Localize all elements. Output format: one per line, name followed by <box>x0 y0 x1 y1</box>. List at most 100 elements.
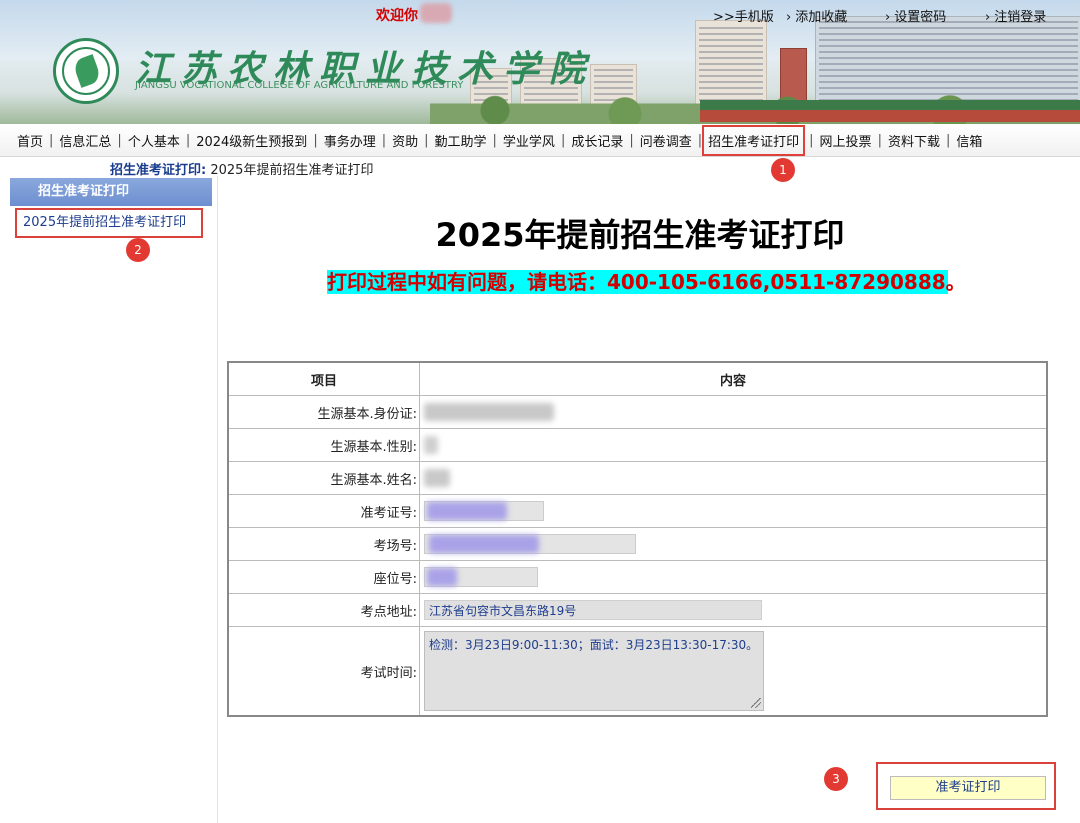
exam-time-textarea[interactable]: 检测：3月23日9:00-11:30；面试：3月23日13:30-17:30。 <box>424 631 764 711</box>
nav-separator: | <box>185 132 191 148</box>
sidebar-item-2025-admission-ticket[interactable]: 2025年提前招生准考证打印 <box>15 208 203 238</box>
table-row: 准考证号: <box>227 494 1048 528</box>
sidebar-header: 招生准考证打印 <box>10 178 212 206</box>
banner-sports-field <box>700 100 1080 122</box>
header-banner: 江苏农林职业技术学院 JIANGSU VOCATIONAL COLLEGE OF… <box>0 0 1080 124</box>
seat-number-field <box>424 567 538 587</box>
exam-room-field <box>424 534 636 554</box>
nav-item-survey[interactable]: 问卷调查 | <box>640 131 708 150</box>
row-label: 考试时间: <box>227 626 420 717</box>
nav-item-downloads[interactable]: 资料下载 | <box>888 131 956 150</box>
logout-link[interactable]: › 注销登录 <box>985 6 1046 25</box>
main-nav: 首页 | 信息汇总 | 个人基本 | 2024级新生预报到 | 事务办理 | 资助 | 勤工… <box>0 124 1080 157</box>
page-title: 2025年提前招生准考证打印 <box>435 216 845 254</box>
set-password-link[interactable]: › 设置密码 <box>885 6 946 25</box>
school-name-en: JIANGSU VOCATIONAL COLLEGE OF AGRICULTUR… <box>135 80 464 91</box>
ticket-number-field <box>424 501 544 521</box>
redacted-name <box>424 469 450 487</box>
nav-item-pre-registration[interactable]: 2024级新生预报到 | <box>196 131 323 150</box>
nav-item-growth-record[interactable]: 成长记录 | <box>571 131 639 150</box>
row-value <box>419 560 1048 594</box>
nav-separator: | <box>381 132 387 148</box>
nav-separator: | <box>945 132 951 148</box>
add-favorite-label: 添加收藏 <box>795 10 848 25</box>
nav-item-academic[interactable]: 学业学风 | <box>503 131 571 150</box>
redacted-ticket-number <box>427 502 507 520</box>
column-header-content: 内容 <box>419 361 1048 396</box>
row-label: 生源基本.身份证: <box>227 395 420 429</box>
nav-item-personal[interactable]: 个人基本 | <box>128 131 196 150</box>
nav-label: 2024级新生预报到 <box>196 134 308 150</box>
nav-item-info-summary[interactable]: 信息汇总 | <box>59 131 127 150</box>
exam-time-text: 检测：3月23日9:00-11:30；面试：3月23日13:30-17:30。 <box>429 638 759 652</box>
nav-item-affairs[interactable]: 事务办理 | <box>324 131 392 150</box>
exam-address-field: 江苏省句容市文昌东路19号 <box>424 600 762 620</box>
nav-item-financial-aid[interactable]: 资助 | <box>392 131 434 150</box>
nav-separator: | <box>560 132 566 148</box>
print-ticket-button[interactable]: 准考证打印 <box>890 776 1046 800</box>
nav-label: 学业学风 <box>502 134 555 150</box>
table-row: 生源基本.姓名: <box>227 461 1048 495</box>
redacted-gender <box>424 436 438 454</box>
redacted-exam-room <box>429 535 539 553</box>
row-label: 生源基本.性别: <box>227 428 420 462</box>
table-row: 考试时间: 检测：3月23日9:00-11:30；面试：3月23日13:30-1… <box>227 626 1048 717</box>
admission-info-table: 项目 内容 生源基本.身份证: 生源基本.性别: 生源基本.姓名: 准考证号: … <box>227 361 1048 717</box>
nav-separator: | <box>809 132 814 148</box>
breadcrumb-section: 招生准考证打印 <box>110 163 202 178</box>
row-value <box>419 395 1048 429</box>
row-value <box>419 461 1048 495</box>
username-redacted <box>420 3 452 23</box>
nav-label: 首页 <box>17 134 44 150</box>
nav-item-mailbox[interactable]: 信箱 <box>956 131 982 150</box>
nav-separator: | <box>697 132 703 148</box>
table-row: 生源基本.身份证: <box>227 395 1048 429</box>
nav-label: 事务办理 <box>323 134 376 150</box>
table-header-row: 项目 内容 <box>227 361 1048 396</box>
row-label: 准考证号: <box>227 494 420 528</box>
table-row: 生源基本.性别: <box>227 428 1048 462</box>
row-value <box>419 527 1048 561</box>
row-value: 江苏省句容市文昌东路19号 <box>419 593 1048 627</box>
nav-label: 个人基本 <box>127 134 180 150</box>
nav-label: 问卷调查 <box>639 134 692 150</box>
set-password-label: 设置密码 <box>894 10 947 25</box>
row-label: 生源基本.姓名: <box>227 461 420 495</box>
table-row: 考场号: <box>227 527 1048 561</box>
nav-separator: | <box>49 132 54 148</box>
row-label: 考点地址: <box>227 593 420 627</box>
nav-separator: | <box>877 132 882 148</box>
row-value: 检测：3月23日9:00-11:30；面试：3月23日13:30-17:30。 <box>419 626 1048 717</box>
row-value <box>419 494 1048 528</box>
nav-item-online-vote[interactable]: 网上投票 | <box>820 131 888 150</box>
chevron-right-icon: › <box>885 10 891 25</box>
redacted-id-number <box>424 403 554 421</box>
nav-item-home[interactable]: 首页 | <box>17 131 59 150</box>
welcome-text: 欢迎你 <box>376 8 418 24</box>
nav-label: 勤工助学 <box>434 134 487 150</box>
nav-separator: | <box>492 132 497 148</box>
nav-label: 网上投票 <box>819 134 872 150</box>
nav-label: 招生准考证打印 <box>702 124 806 156</box>
sidebar: 招生准考证打印 2025年提前招生准考证打印 <box>10 178 212 823</box>
notice-text: 打印过程中如有问题，请电话：400-105-6166,0511-87290888… <box>327 270 966 294</box>
school-logo <box>53 38 119 104</box>
nav-label: 信箱 <box>956 134 983 150</box>
mobile-version-link[interactable]: >>手机版 <box>713 6 774 25</box>
table-row: 座位号: <box>227 560 1048 594</box>
redacted-seat-number <box>427 568 457 586</box>
chevron-right-icon: › <box>786 10 792 25</box>
annotation-badge: 2 <box>126 238 150 262</box>
add-favorite-link[interactable]: › 添加收藏 <box>786 6 847 25</box>
nav-separator: | <box>313 132 318 148</box>
resize-grip-icon[interactable] <box>751 698 761 708</box>
column-header-item: 项目 <box>227 361 420 396</box>
nav-item-work-study[interactable]: 勤工助学 | <box>435 131 503 150</box>
row-label: 考场号: <box>227 527 420 561</box>
nav-label: 成长记录 <box>571 134 624 150</box>
logout-label: 注销登录 <box>994 10 1047 25</box>
nav-item-admission-ticket[interactable]: 招生准考证打印 | <box>702 124 819 156</box>
nav-separator: | <box>424 132 429 148</box>
nav-separator: | <box>117 132 122 148</box>
nav-label: 信息汇总 <box>59 134 112 150</box>
